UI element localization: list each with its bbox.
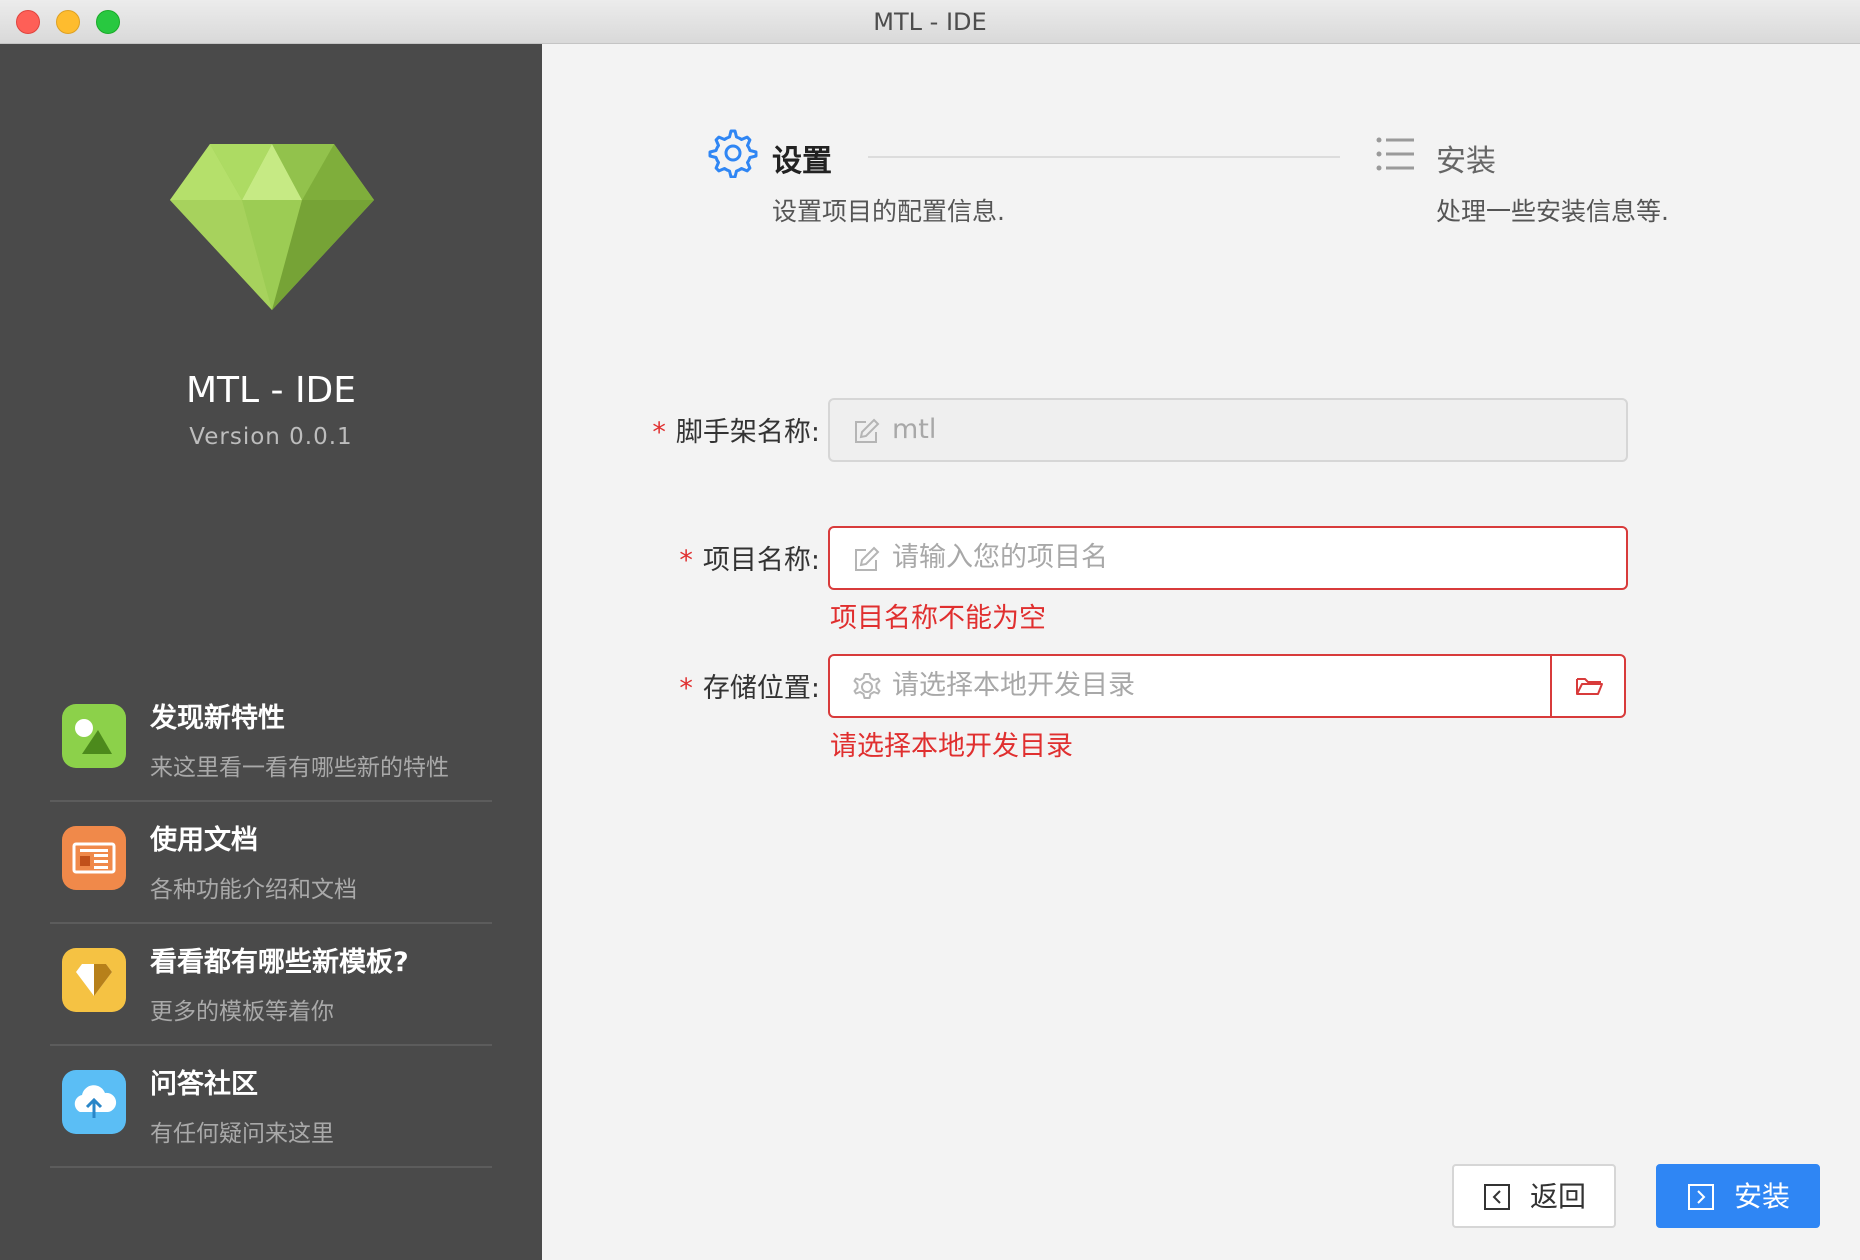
title-bar: MTL - IDE (0, 0, 1860, 44)
sidebar-item-title: 使用文档 (150, 825, 258, 856)
sidebar-item-community[interactable]: 问答社区 有任何疑问来这里 (50, 1046, 492, 1168)
app-window: MTL - IDE MTL - IDE Version 0.0.1 发现新特性 … (0, 0, 1860, 1260)
list-icon (1376, 136, 1416, 172)
project-name-input[interactable]: 请输入您的项目名 (828, 526, 1628, 590)
install-button[interactable]: 安装 (1656, 1164, 1820, 1228)
scaffold-name-field[interactable]: mtl (828, 398, 1628, 462)
storage-location-input[interactable]: 请选择本地开发目录 (828, 654, 1626, 718)
document-icon (62, 826, 126, 890)
sidebar-item-docs[interactable]: 使用文档 各种功能介绍和文档 (50, 802, 492, 924)
step-install-desc: 处理一些安装信息等. (1436, 197, 1669, 226)
edit-icon (852, 416, 882, 446)
window-title: MTL - IDE (873, 8, 987, 36)
folder-open-icon (1576, 678, 1603, 695)
main-content: 设置 设置项目的配置信息. 安装 处理一些安装信息等. * 脚手架名称: mtl… (542, 44, 1860, 1260)
sidebar: MTL - IDE Version 0.0.1 发现新特性 来这里看一看有哪些新… (0, 44, 542, 1260)
folder-open-button[interactable] (1550, 656, 1624, 716)
sidebar-item-features[interactable]: 发现新特性 来这里看一看有哪些新的特性 (50, 680, 492, 802)
app-name: MTL - IDE (185, 370, 357, 411)
gear-icon (708, 128, 758, 179)
app-version: Version 0.0.1 (189, 424, 353, 450)
sidebar-item-desc: 更多的模板等着你 (150, 999, 334, 1025)
gem-template-icon (62, 948, 126, 1012)
sidebar-item-templates[interactable]: 看看都有哪些新模板? 更多的模板等着你 (50, 924, 492, 1046)
scaffold-name-label: * 脚手架名称: (652, 417, 820, 448)
project-name-placeholder: 请输入您的项目名 (892, 542, 1108, 573)
sidebar-item-desc: 有任何疑问来这里 (150, 1121, 334, 1147)
sidebar-menu: 发现新特性 来这里看一看有哪些新的特性 使用文档 各种功能介绍和文档 看看都有哪… (50, 680, 492, 1168)
back-button-label: 返回 (1530, 1180, 1587, 1213)
storage-location-error: 请选择本地开发目录 (830, 731, 1073, 762)
arrow-left-square-icon (1482, 1182, 1512, 1212)
sidebar-item-title: 问答社区 (150, 1069, 258, 1100)
arrow-right-square-icon (1686, 1182, 1716, 1212)
gear-icon (852, 672, 882, 702)
edit-icon (852, 544, 882, 574)
project-name-error: 项目名称不能为空 (830, 603, 1046, 634)
green-gem-icon (170, 144, 374, 310)
step-connector-line (868, 156, 1340, 158)
back-button[interactable]: 返回 (1452, 1164, 1616, 1228)
sidebar-item-desc: 来这里看一看有哪些新的特性 (150, 755, 449, 781)
scaffold-name-value: mtl (892, 414, 937, 445)
project-name-label: * 项目名称: (679, 545, 820, 576)
cloud-upload-icon (62, 1070, 126, 1134)
step-settings-title: 设置 (772, 144, 832, 179)
sidebar-item-title: 发现新特性 (150, 703, 285, 734)
sidebar-item-desc: 各种功能介绍和文档 (150, 877, 357, 903)
install-button-label: 安装 (1734, 1180, 1791, 1213)
step-install-title: 安装 (1436, 144, 1496, 179)
image-icon (62, 704, 126, 768)
sidebar-item-title: 看看都有哪些新模板? (150, 947, 409, 978)
storage-location-placeholder: 请选择本地开发目录 (892, 670, 1135, 701)
storage-location-label: * 存储位置: (679, 673, 820, 704)
step-settings-desc: 设置项目的配置信息. (772, 197, 1005, 226)
